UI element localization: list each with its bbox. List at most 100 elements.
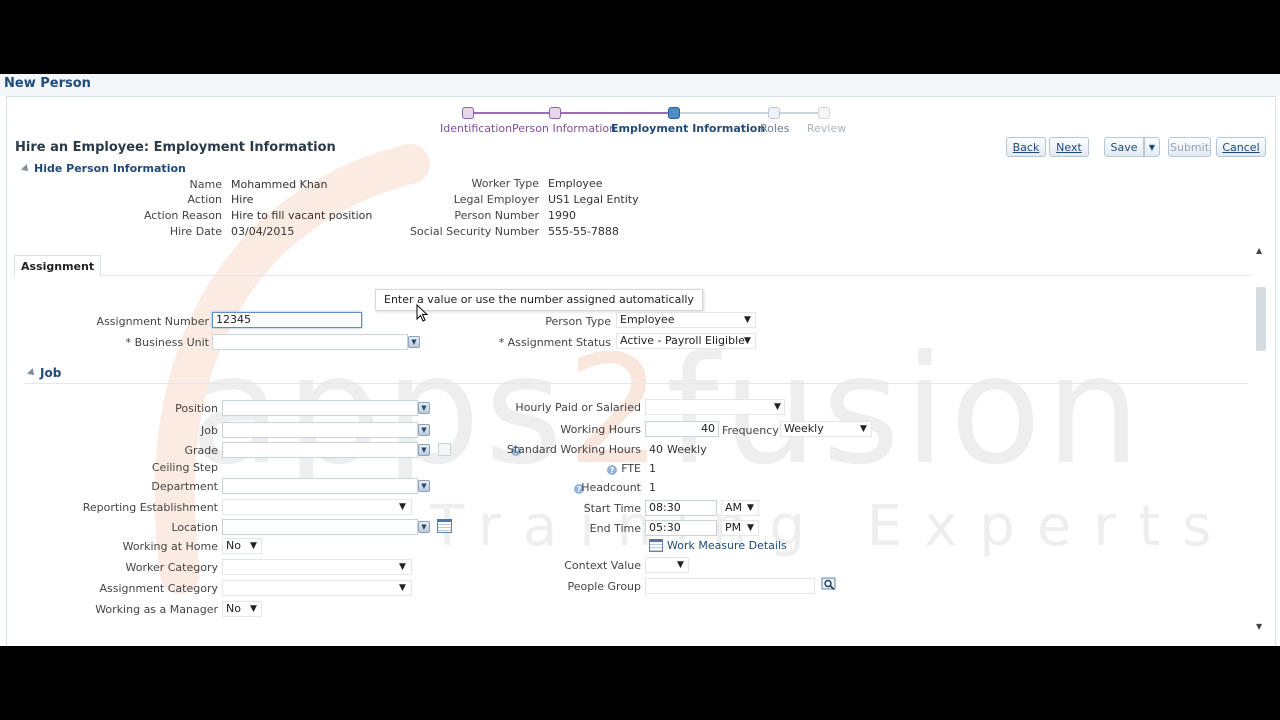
location-dropdown-icon[interactable]: ▼ [418,521,430,533]
person-number-label: Person Number [454,209,539,222]
action-label: Action [187,193,222,206]
scroll-up-icon[interactable]: ▲ [1256,246,1262,255]
train-stop-review [818,107,830,119]
submit-button-label: Submit [1169,140,1210,154]
grade-dropdown-icon[interactable]: ▼ [418,444,430,456]
working-hours-input[interactable]: 40 [645,421,719,437]
chevron-down-icon[interactable]: ▼ [677,560,684,570]
cancel-button[interactable]: Cancel [1216,137,1266,157]
scrollbar-thumb[interactable] [1256,287,1266,351]
business-unit-dropdown-icon[interactable]: ▼ [408,336,420,348]
train-label-roles[interactable]: Roles [760,122,789,135]
chevron-down-icon[interactable]: ▼ [250,541,257,551]
work-measure-details-link[interactable]: Work Measure Details [667,539,787,552]
chevron-down-icon[interactable]: ▼ [747,503,754,513]
train-stop-roles[interactable] [768,107,780,119]
calendar-icon[interactable] [437,519,452,533]
working-hours-value: 40 [701,422,715,435]
job-dropdown-icon[interactable]: ▼ [418,424,430,436]
train-stop-person-information[interactable] [549,107,561,119]
location-input[interactable] [222,519,418,535]
position-dropdown-icon[interactable]: ▼ [418,402,430,414]
job-section-label: Job [40,366,62,380]
job-label: Job [201,424,218,437]
hourly-paid-select[interactable] [645,399,785,415]
people-group-label: People Group [567,580,641,593]
people-group-input[interactable] [645,578,815,594]
assignment-status-select[interactable]: Active - Payroll Eligible [616,333,756,349]
cancel-button-label: Cancel [1222,140,1260,154]
grade-details-icon[interactable] [438,443,451,456]
scroll-down-icon[interactable]: ▼ [1256,622,1262,631]
assignment-number-input[interactable]: 12345 [212,312,362,328]
department-dropdown-icon[interactable]: ▼ [418,480,430,492]
train-label-employment-information[interactable]: Employment Information [611,122,765,135]
tab-assignment[interactable]: Assignment [14,255,102,277]
chevron-down-icon[interactable]: ▼ [747,523,754,533]
business-unit-label: * Business Unit [125,336,209,349]
ssn-label: Social Security Number [410,225,539,238]
mouse-cursor-icon [416,304,428,322]
business-unit-input[interactable] [212,334,408,350]
working-as-manager-label: Working as a Manager [95,603,218,616]
train-label-review: Review [807,122,847,135]
ssn-value: 555-55-7888 [548,225,619,238]
worker-type-value: Employee [548,177,603,190]
worker-category-select[interactable] [222,559,412,575]
position-input[interactable] [222,400,418,416]
context-value-label: Context Value [564,559,641,572]
top-bar [0,74,1280,96]
next-button[interactable]: Next [1049,137,1089,157]
reporting-establishment-select[interactable] [222,499,412,515]
chevron-down-icon[interactable]: ▼ [399,583,406,593]
train-label-identification[interactable]: Identification [440,122,512,135]
hire-date-label: Hire Date [169,225,222,238]
submit-button: Submit [1168,137,1211,157]
hide-person-information-toggle[interactable]: Hide Person Information [21,162,186,175]
chevron-down-icon[interactable]: ▼ [744,336,751,346]
chevron-down-icon[interactable]: ▼ [250,604,257,614]
assignment-category-label: Assignment Category [99,582,218,595]
action-reason-value: Hire to fill vacant position [231,209,373,222]
train-stop-identification[interactable] [462,107,474,119]
person-number-value: 1990 [548,209,576,222]
search-icon[interactable] [821,577,836,592]
legal-employer-value: US1 Legal Entity [548,193,639,206]
chevron-down-icon[interactable]: ▼ [399,562,406,572]
location-label: Location [171,521,218,534]
save-button[interactable]: Save [1104,137,1144,157]
working-at-home-value: No [226,539,241,552]
job-section-toggle[interactable]: Job [27,366,62,380]
action-value: Hire [231,193,254,206]
name-label: Name [189,178,222,191]
chevron-down-icon[interactable]: ▼ [860,424,867,434]
headcount-value: 1 [649,481,656,494]
person-type-select[interactable]: Employee [616,312,756,328]
job-section-divider [24,383,1248,384]
start-time-input[interactable]: 08:30 [645,500,717,516]
chevron-down-icon[interactable]: ▼ [399,502,406,512]
end-time-input[interactable]: 05:30 [645,520,717,536]
job-input[interactable] [222,422,418,438]
train-label-person-information[interactable]: Person Information [512,122,616,135]
chevron-down-icon[interactable]: ▼ [774,402,781,412]
hourly-paid-label: Hourly Paid or Salaried [515,401,641,414]
disclosure-triangle-icon [27,368,37,378]
save-menu-button[interactable]: ▼ [1144,137,1160,157]
back-button[interactable]: Back [1006,137,1046,157]
tab-assignment-label: Assignment [21,259,95,273]
assignment-status-label: * Assignment Status [498,336,611,349]
ceiling-step-label: Ceiling Step [151,461,218,474]
grade-input[interactable] [222,442,418,458]
department-input[interactable] [222,478,418,494]
worker-category-label: Worker Category [125,561,219,574]
chevron-down-icon[interactable]: ▼ [744,315,751,325]
assignment-category-select[interactable] [222,580,412,596]
working-at-home-label: Working at Home [122,540,218,553]
tab-bar-divider [14,275,1252,276]
frequency-select[interactable]: Weekly [780,421,872,437]
work-measure-details-icon[interactable] [649,539,663,552]
train-connector [561,112,668,114]
fte-label: FTE [621,462,641,475]
train-stop-employment-information[interactable] [668,107,680,119]
